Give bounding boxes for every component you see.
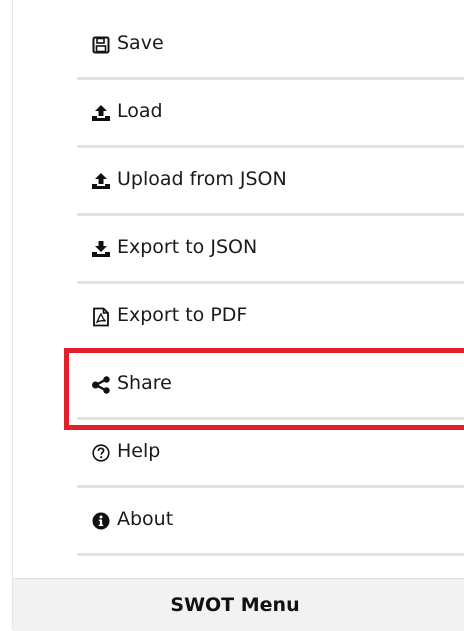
menu-item-label: About [117, 507, 174, 530]
menu-item-help[interactable]: Help [77, 420, 464, 488]
upload-icon [91, 171, 111, 191]
download-icon [91, 239, 111, 259]
menu-item-load[interactable]: Load [77, 80, 464, 148]
menu-item-save[interactable]: Save [77, 12, 464, 80]
menu-item-about[interactable]: About [77, 488, 464, 556]
footer-title: SWOT Menu [170, 594, 300, 616]
share-icon [91, 375, 111, 395]
menu-item-label: Upload from JSON [117, 167, 287, 190]
swot-menu-panel: Save Load Upload from JSON Export to JSO… [12, 0, 464, 631]
floppy-disk-icon [91, 35, 111, 55]
upload-icon [91, 103, 111, 123]
menu-item-label: Share [117, 371, 172, 394]
menu-item-export-to-json[interactable]: Export to JSON [77, 216, 464, 284]
menu-item-label: Export to JSON [117, 235, 258, 258]
question-circle-icon [91, 443, 111, 463]
menu-item-share[interactable]: Share [77, 352, 464, 420]
menu-item-label: Load [117, 99, 163, 122]
menu-item-upload-from-json[interactable]: Upload from JSON [77, 148, 464, 216]
info-circle-icon [91, 511, 111, 531]
pdf-file-icon [91, 307, 111, 327]
menu-item-export-to-pdf[interactable]: Export to PDF [77, 284, 464, 352]
menu-item-label: Export to PDF [117, 303, 248, 326]
menu-item-label: Save [117, 31, 164, 54]
menu-footer: SWOT Menu [13, 578, 464, 631]
menu-item-label: Help [117, 439, 161, 462]
